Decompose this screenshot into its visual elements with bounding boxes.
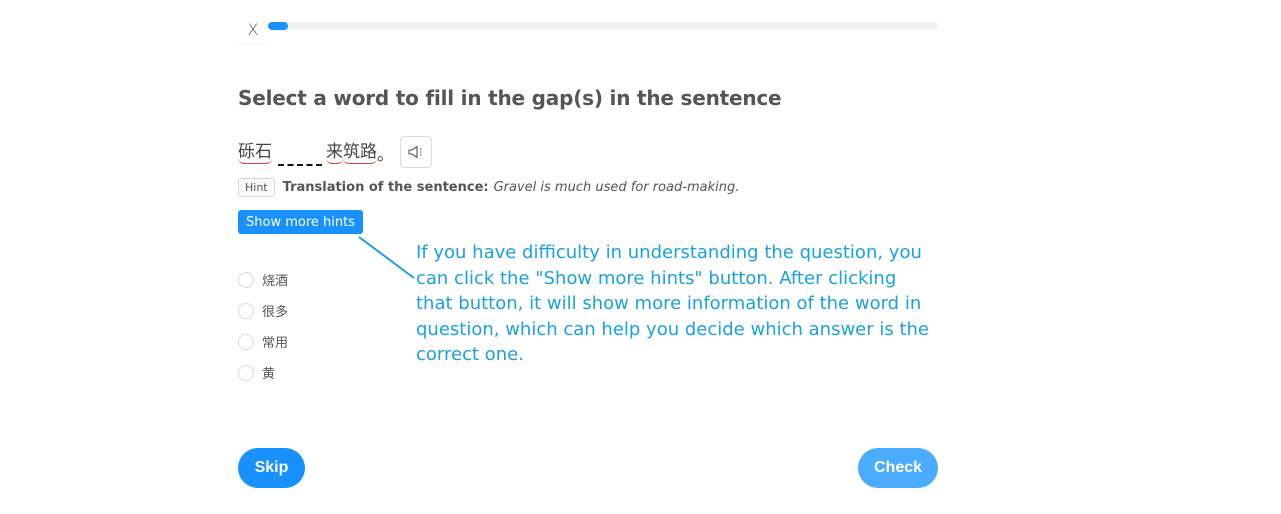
hint-row: Hint Translation of the sentence: Gravel… bbox=[238, 178, 739, 197]
translation-label: Translation of the sentence: bbox=[282, 180, 489, 195]
sentence-word: 筑路 bbox=[343, 141, 377, 164]
radio-button[interactable] bbox=[238, 364, 254, 381]
radio-button[interactable] bbox=[238, 271, 254, 288]
speaker-icon bbox=[408, 145, 422, 159]
translation-text: Gravel is much used for road-making. bbox=[493, 180, 740, 195]
close-button[interactable]: X bbox=[238, 16, 268, 44]
option-label: 烧酒 bbox=[262, 274, 289, 289]
answer-option[interactable]: 烧酒 bbox=[238, 264, 288, 295]
sentence-gap bbox=[278, 146, 322, 166]
option-label: 很多 bbox=[262, 305, 289, 320]
annotation-callout: If you have difficulty in understanding … bbox=[416, 242, 929, 365]
answer-options: 烧酒 很多 常用 黄 bbox=[238, 264, 288, 388]
progress-bar bbox=[268, 22, 938, 30]
play-audio-button[interactable] bbox=[400, 136, 432, 168]
answer-option[interactable]: 很多 bbox=[238, 295, 288, 326]
answer-option[interactable]: 黄 bbox=[238, 357, 288, 388]
sentence-punctuation: 。 bbox=[377, 144, 394, 165]
show-more-hints-button[interactable]: Show more hints bbox=[238, 210, 363, 234]
answer-option[interactable]: 常用 bbox=[238, 326, 288, 357]
option-label: 常用 bbox=[262, 336, 289, 351]
option-label: 黄 bbox=[262, 367, 276, 382]
sentence-word: 砾石 bbox=[238, 141, 272, 164]
question-title: Select a word to fill in the gap(s) in t… bbox=[238, 86, 782, 110]
hint-tag: Hint bbox=[238, 178, 275, 197]
radio-button[interactable] bbox=[238, 333, 254, 350]
skip-button[interactable]: Skip bbox=[238, 448, 305, 488]
top-bar: X bbox=[238, 12, 938, 44]
radio-button[interactable] bbox=[238, 302, 254, 319]
sentence: 砾石 来 筑路 。 bbox=[238, 136, 432, 168]
sentence-word: 来 bbox=[326, 141, 343, 164]
progress-fill bbox=[268, 22, 289, 30]
check-button[interactable]: Check bbox=[858, 448, 938, 488]
